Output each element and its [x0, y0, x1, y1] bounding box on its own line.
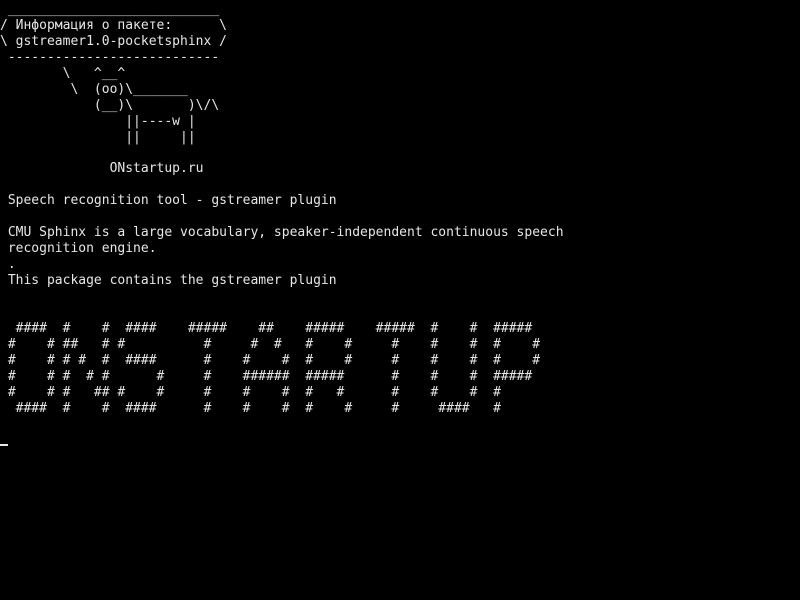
onstartup-ascii-banner: #### # # #### ##### ## ##### ##### # # #… — [7, 321, 541, 416]
text-cursor[interactable] — [0, 444, 8, 446]
site-credit: ONstartup.ru — [0, 161, 204, 176]
cowsay-art: ___________________________ / Информация… — [0, 2, 227, 145]
package-description: CMU Sphinx is a large vocabulary, speake… — [7, 225, 564, 288]
package-summary: Speech recognition tool - gstreamer plug… — [0, 193, 337, 208]
terminal-screen: ___________________________ / Информация… — [0, 0, 800, 600]
